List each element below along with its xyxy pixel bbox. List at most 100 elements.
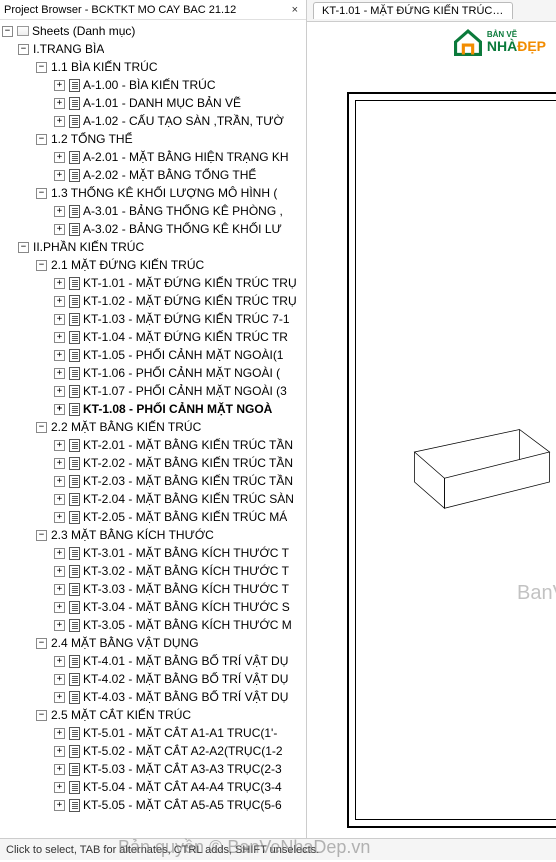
tree-node[interactable]: −II.PHẦN KIẾN TRÚC — [0, 238, 306, 256]
tree-node[interactable]: +A-3.01 - BẢNG THỐNG KÊ PHÒNG , — [0, 202, 306, 220]
collapse-icon[interactable]: − — [36, 62, 47, 73]
expand-icon[interactable]: + — [54, 764, 65, 775]
collapse-icon[interactable]: − — [18, 44, 29, 55]
collapse-icon[interactable]: − — [2, 26, 13, 37]
expand-icon[interactable]: + — [54, 278, 65, 289]
tree-node[interactable]: +KT-2.05 - MẶT BẰNG KIẾN TRÚC MÁ — [0, 508, 306, 526]
tree-node[interactable]: +KT-1.03 - MẶT ĐỨNG KIẾN TRÚC 7-1 — [0, 310, 306, 328]
expand-icon[interactable]: + — [54, 584, 65, 595]
expand-icon[interactable]: + — [54, 566, 65, 577]
tree-node[interactable]: +KT-5.05 - MẶT CẮT A5-A5 TRỤC(5-6 — [0, 796, 306, 814]
expand-icon[interactable]: + — [54, 728, 65, 739]
tree-node[interactable]: +KT-4.02 - MẶT BẰNG BỐ TRÍ VẬT DỤ — [0, 670, 306, 688]
expand-icon[interactable]: + — [54, 368, 65, 379]
tree-node[interactable]: +KT-1.06 - PHỐI CẢNH MẶT NGOÀI ( — [0, 364, 306, 382]
tree-node[interactable]: −2.1 MẶT ĐỨNG KIẾN TRÚC — [0, 256, 306, 274]
expand-icon[interactable]: + — [54, 548, 65, 559]
tree-node[interactable]: −2.4 MẶT BẰNG VẬT DỤNG — [0, 634, 306, 652]
tree-node[interactable]: + KT-4.03 - MẶT BẰNG BỐ TRÍ VẬT DỤ — [0, 688, 306, 706]
tree-node[interactable]: + A-1.01 - DANH MỤC BẢN VẼ — [0, 94, 306, 112]
collapse-icon[interactable]: − — [36, 422, 47, 433]
tree-node[interactable]: +KT-5.03 - MẶT CẮT A3-A3 TRỤC(2-3 — [0, 760, 306, 778]
expand-icon[interactable]: + — [54, 602, 65, 613]
collapse-icon[interactable]: − — [36, 530, 47, 541]
tree-node-label: KT-3.05 - MẶT BẰNG KÍCH THƯỚC M — [83, 618, 292, 632]
tree-node[interactable]: −2.3 MẶT BẰNG KÍCH THƯỚC — [0, 526, 306, 544]
expand-icon[interactable]: + — [54, 170, 65, 181]
tree-node-label: KT-4.03 - MẶT BẰNG BỐ TRÍ VẬT DỤ — [83, 690, 288, 704]
tree-node[interactable]: +KT-3.04 - MẶT BẰNG KÍCH THƯỚC S — [0, 598, 306, 616]
tree-node[interactable]: +A-3.02 - BẢNG THỐNG KÊ KHỐI LƯ — [0, 220, 306, 238]
tree-node[interactable]: +A-2.02 - MẶT BẰNG TỔNG THỂ — [0, 166, 306, 184]
collapse-icon[interactable]: − — [18, 242, 29, 253]
tree-node[interactable]: +KT-1.05 - PHỐI CẢNH MẶT NGOÀI(1 — [0, 346, 306, 364]
tree-node[interactable]: +KT-1.07 - PHỐI CẢNH MẶT NGOÀI (3 — [0, 382, 306, 400]
tree-node[interactable]: +A-2.01 - MẶT BẰNG HIỆN TRẠNG KH — [0, 148, 306, 166]
tree-node[interactable]: +KT-5.01 - MẶT CẮT A1-A1 TRUC(1'- — [0, 724, 306, 742]
tree-node-label: KT-5.04 - MẶT CẮT A4-A4 TRỤC(3-4 — [83, 780, 282, 794]
tree-node[interactable]: +KT-2.01 - MẶT BẰNG KIẾN TRÚC TẦN — [0, 436, 306, 454]
tree-node[interactable]: +A-1.00 - BÌA KIẾN TRÚC — [0, 76, 306, 94]
collapse-icon[interactable]: − — [36, 134, 47, 145]
expand-icon[interactable]: + — [54, 674, 65, 685]
tree-node[interactable]: +KT-3.02 - MẶT BẰNG KÍCH THƯỚC T — [0, 562, 306, 580]
expand-icon[interactable]: + — [54, 206, 65, 217]
collapse-icon[interactable]: − — [36, 638, 47, 649]
expand-icon[interactable]: + — [54, 692, 65, 703]
expand-icon[interactable]: + — [54, 512, 65, 523]
expand-icon[interactable]: + — [54, 746, 65, 757]
tree-node[interactable]: −1.3 THỐNG KÊ KHỐI LƯỢNG MÔ HÌNH ( — [0, 184, 306, 202]
tree-node[interactable]: +KT-4.01 - MẶT BẰNG BỐ TRÍ VẬT DỤ — [0, 652, 306, 670]
collapse-icon[interactable]: − — [36, 260, 47, 271]
tree-node[interactable]: +KT-2.03 - MẶT BẰNG KIẾN TRÚC TẦN — [0, 472, 306, 490]
tree-node[interactable]: +KT-2.04 - MẶT BẰNG KIẾN TRÚC SÀN — [0, 490, 306, 508]
tree-node[interactable]: +A-1.02 - CẤU TẠO SÀN ,TRẦN, TƯỜ — [0, 112, 306, 130]
expand-icon[interactable]: + — [54, 440, 65, 451]
expand-icon[interactable]: + — [54, 332, 65, 343]
expand-icon[interactable]: + — [54, 458, 65, 469]
expand-icon[interactable]: + — [54, 656, 65, 667]
tree-node[interactable]: −2.5 MẶT CẮT KIẾN TRÚC — [0, 706, 306, 724]
tree-node[interactable]: −1.1 BÌA KIẾN TRÚC — [0, 58, 306, 76]
expand-icon[interactable]: + — [54, 404, 65, 415]
expand-icon[interactable]: + — [54, 386, 65, 397]
tree-node[interactable]: + KT-3.05 - MẶT BẰNG KÍCH THƯỚC M — [0, 616, 306, 634]
tree-node[interactable]: −I.TRANG BÌA — [0, 40, 306, 58]
expand-icon[interactable]: + — [54, 800, 65, 811]
tree-node[interactable]: +KT-5.02 - MẶT CẮT A2-A2(TRỤC(1-2 — [0, 742, 306, 760]
expand-icon[interactable]: + — [54, 98, 65, 109]
tree-node[interactable]: +KT-1.02 - MẶT ĐỨNG KIẾN TRÚC TRỤ — [0, 292, 306, 310]
expand-icon[interactable]: + — [54, 224, 65, 235]
expand-icon[interactable]: + — [54, 350, 65, 361]
tree-node[interactable]: +KT-1.01 - MẶT ĐỨNG KIẾN TRÚC TRỤ — [0, 274, 306, 292]
tree-node[interactable]: −2.2 MẶT BẰNG KIẾN TRÚC — [0, 418, 306, 436]
expand-icon[interactable]: + — [54, 494, 65, 505]
expand-icon[interactable]: + — [54, 476, 65, 487]
tree-node[interactable]: −1.2 TỔNG THỂ — [0, 130, 306, 148]
tree-node[interactable]: −Sheets (Danh mục) — [0, 22, 306, 40]
project-tree[interactable]: −Sheets (Danh mục)−I.TRANG BÌA−1.1 BÌA K… — [0, 20, 306, 816]
tree-node-label: A-1.01 - DANH MỤC BẢN VẼ — [83, 96, 241, 110]
tree-node[interactable]: +KT-1.04 - MẶT ĐỨNG KIẾN TRÚC TR — [0, 328, 306, 346]
tree-node[interactable]: +KT-3.03 - MẶT BẰNG KÍCH THƯỚC T — [0, 580, 306, 598]
tree-node[interactable]: +KT-2.02 - MẶT BẰNG KIẾN TRÚC TẦN — [0, 454, 306, 472]
panel-header: Project Browser - BCKTKT MO CAY BAC 21.1… — [0, 0, 306, 20]
tree-node[interactable]: +KT-3.01 - MẶT BẰNG KÍCH THƯỚC T — [0, 544, 306, 562]
drawing-canvas[interactable]: BẢN VẼ NHÀĐẸP BanVeNhaD — [307, 22, 556, 838]
tree-node[interactable]: +KT-1.08 - PHỐI CẢNH MẶT NGOÀ — [0, 400, 306, 418]
sheet-icon — [69, 115, 80, 128]
view-tab[interactable]: KT-1.01 - MẶT ĐỨNG KIẾN TRÚC T... — [313, 2, 513, 19]
expand-icon[interactable]: + — [54, 80, 65, 91]
expand-icon[interactable]: + — [54, 620, 65, 631]
close-icon[interactable]: × — [288, 4, 302, 16]
expand-icon[interactable]: + — [54, 116, 65, 127]
expand-icon[interactable]: + — [54, 314, 65, 325]
expand-icon[interactable]: + — [54, 782, 65, 793]
tree-node[interactable]: + KT-5.04 - MẶT CẮT A4-A4 TRỤC(3-4 — [0, 778, 306, 796]
expand-icon[interactable]: + — [54, 296, 65, 307]
status-bar: Click to select, TAB for alternates, CTR… — [0, 838, 556, 860]
sheet-icon — [69, 781, 80, 794]
expand-icon[interactable]: + — [54, 152, 65, 163]
collapse-icon[interactable]: − — [36, 710, 47, 721]
collapse-icon[interactable]: − — [36, 188, 47, 199]
